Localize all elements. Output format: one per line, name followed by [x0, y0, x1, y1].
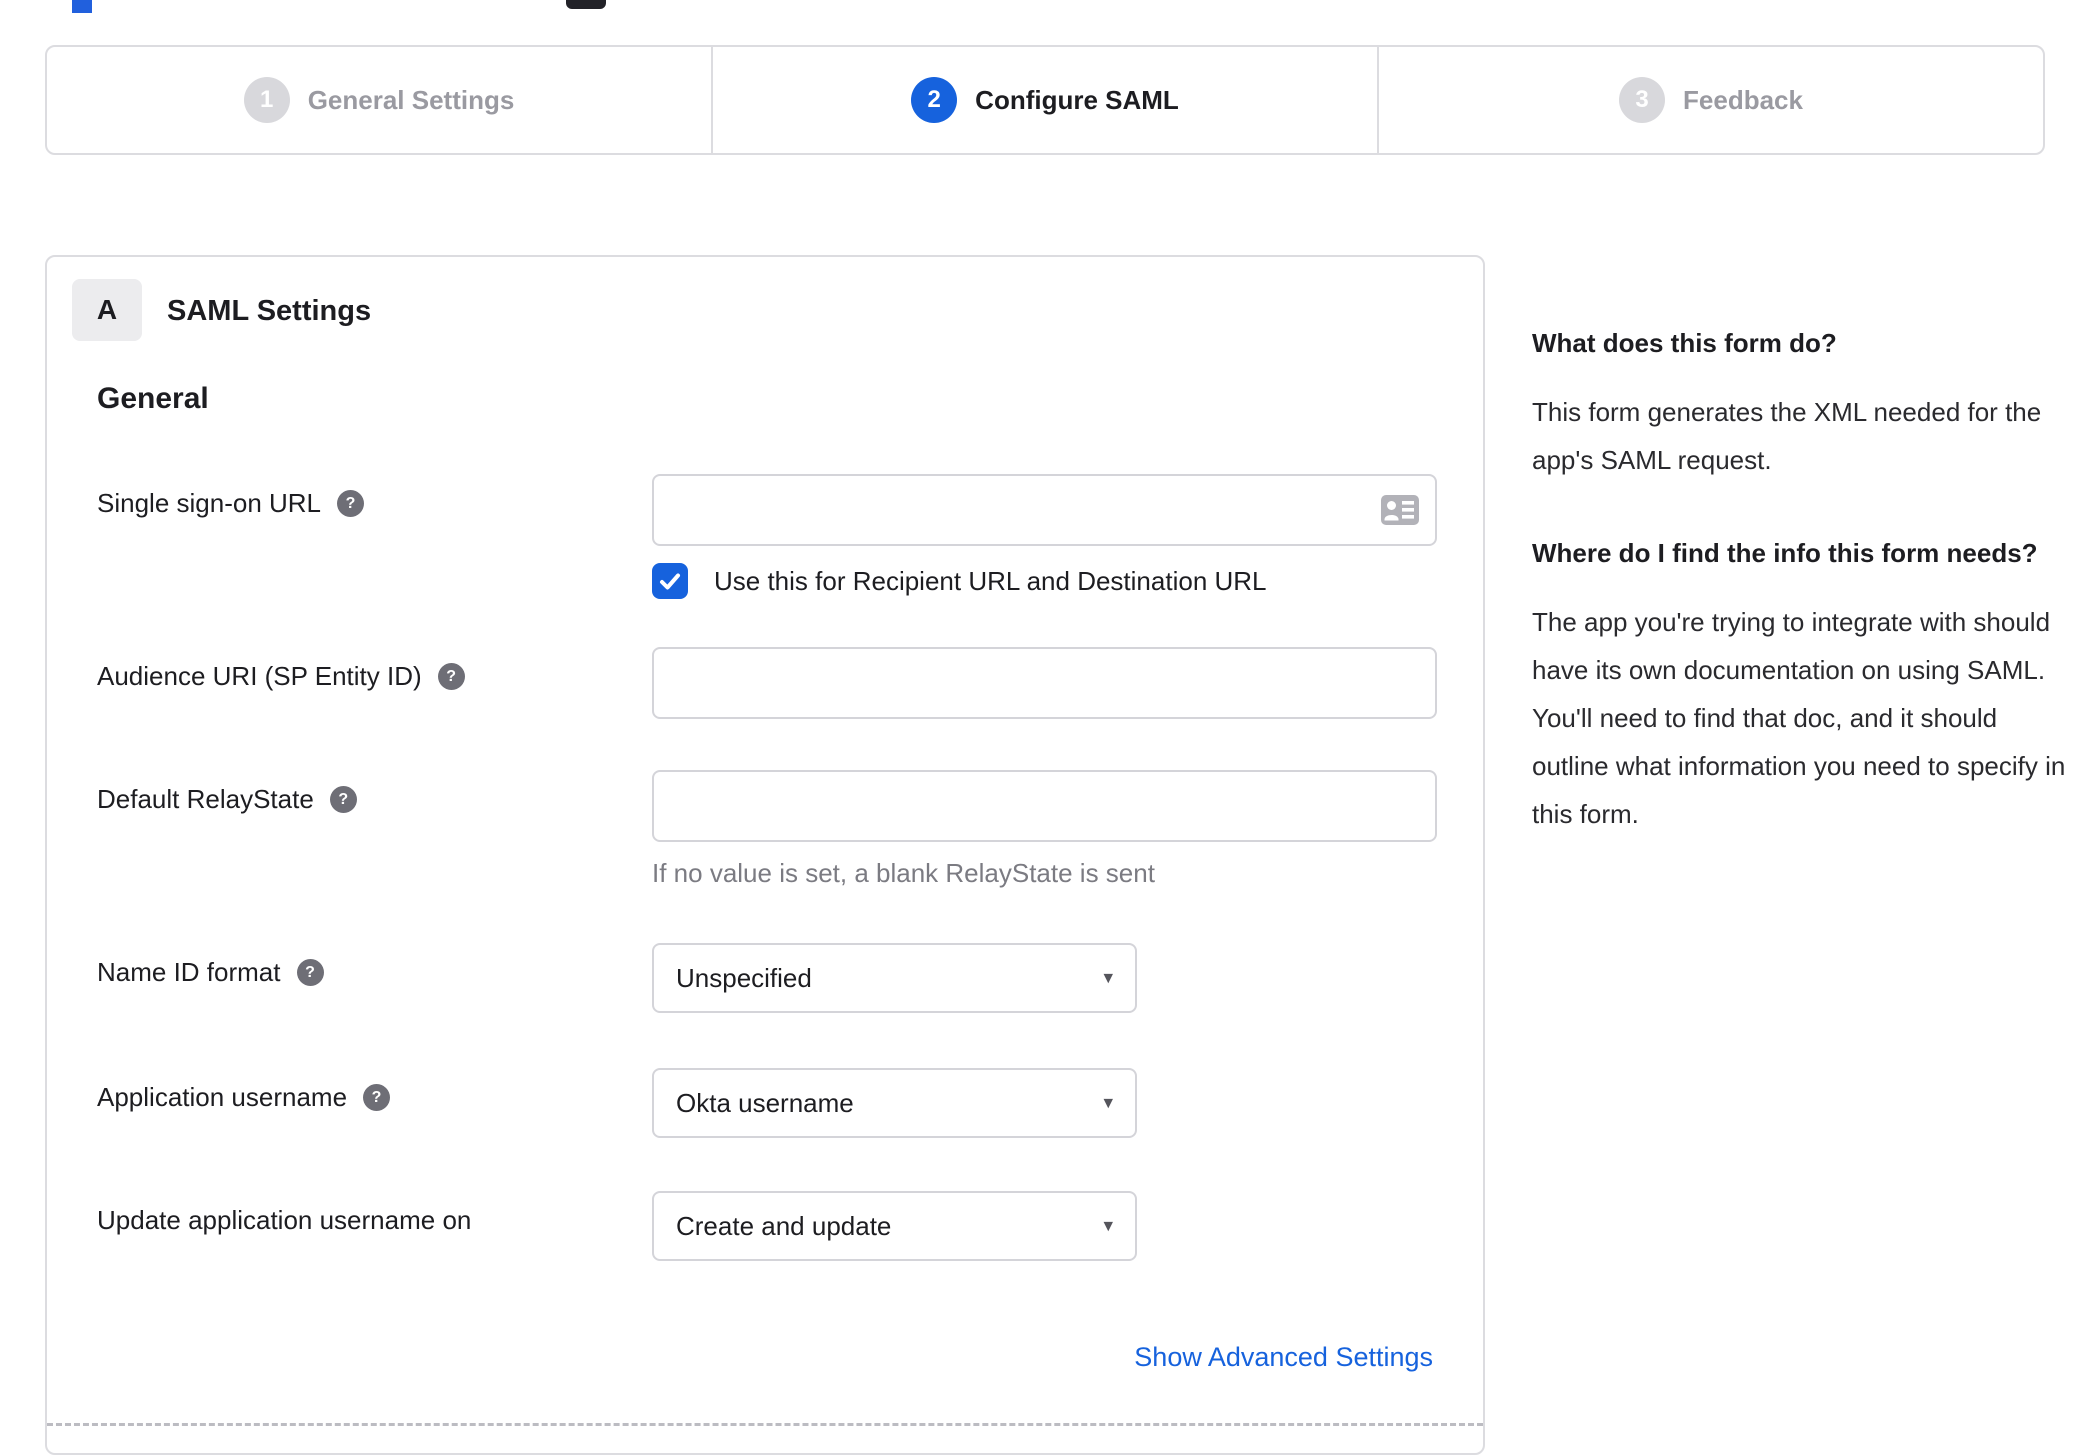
- chevron-down-icon: ▾: [1103, 1215, 1113, 1237]
- audience-uri-label-text: Audience URI (SP Entity ID): [97, 661, 422, 691]
- name-id-format-row: Name ID format ? Unspecified ▾: [97, 943, 1437, 1023]
- default-relaystate-input-wrap: [652, 770, 1437, 842]
- step-number-badge: 1: [243, 77, 290, 123]
- help-sidebar: What does this form do? This form genera…: [1532, 318, 2080, 882]
- recipient-url-checkbox-label[interactable]: Use this for Recipient URL and Destinati…: [714, 566, 1267, 597]
- update-application-username-label-text: Update application username on: [97, 1205, 472, 1235]
- name-id-format-value: Unspecified: [676, 962, 812, 993]
- step-label: Feedback: [1683, 84, 1803, 115]
- sidebar-answer-2: The app you're trying to integrate with …: [1532, 607, 2066, 829]
- sidebar-question-2: Where do I find the info this form needs…: [1532, 538, 2038, 568]
- application-username-label: Application username ?: [97, 1082, 391, 1113]
- default-relaystate-label: Default RelayState ?: [97, 784, 357, 815]
- panel-title: SAML Settings: [167, 295, 372, 327]
- relaystate-hint: If no value is set, a blank RelayState i…: [652, 858, 1155, 888]
- show-advanced-settings-link[interactable]: Show Advanced Settings: [1134, 1342, 1433, 1373]
- step-number-badge: 2: [911, 77, 958, 123]
- contact-card-icon: [1381, 495, 1419, 525]
- update-application-username-label: Update application username on: [97, 1205, 471, 1236]
- application-username-value: Okta username: [676, 1087, 854, 1118]
- update-application-username-value: Create and update: [676, 1210, 892, 1241]
- sso-url-label: Single sign-on URL ?: [97, 488, 365, 519]
- step-number-badge: 3: [1619, 77, 1666, 123]
- application-username-select[interactable]: Okta username ▾: [652, 1068, 1137, 1138]
- update-application-username-row: Update application username on Create an…: [97, 1191, 1437, 1271]
- step-feedback[interactable]: 3 Feedback: [1377, 47, 2043, 153]
- sso-url-input-wrap: [652, 474, 1437, 546]
- audience-uri-input-wrap: [652, 647, 1437, 719]
- sso-url-row: Single sign-on URL ? Use this for Recipi…: [97, 474, 1437, 604]
- application-username-label-text: Application username: [97, 1082, 348, 1112]
- name-id-format-label: Name ID format ?: [97, 957, 324, 988]
- sidebar-question-1: What does this form do?: [1532, 328, 1837, 358]
- audience-uri-input[interactable]: [652, 647, 1437, 719]
- help-icon[interactable]: ?: [296, 959, 324, 986]
- recipient-url-checkbox-row: Use this for Recipient URL and Destinati…: [652, 563, 1267, 599]
- sidebar-answer-1: This form generates the XML needed for t…: [1532, 397, 2042, 475]
- application-username-row: Application username ? Okta username ▾: [97, 1068, 1437, 1148]
- saml-settings-panel: A SAML Settings General Single sign-on U…: [45, 255, 1485, 1455]
- cropped-title-fragment: [72, 0, 92, 13]
- update-application-username-select[interactable]: Create and update ▾: [652, 1191, 1137, 1261]
- step-label: General Settings: [307, 84, 515, 115]
- name-id-format-label-text: Name ID format: [97, 957, 281, 987]
- audience-uri-label: Audience URI (SP Entity ID) ?: [97, 661, 465, 692]
- sso-url-label-text: Single sign-on URL: [97, 488, 322, 518]
- chevron-down-icon: ▾: [1103, 1092, 1113, 1114]
- step-configure-saml[interactable]: 2 Configure SAML: [711, 47, 1377, 153]
- help-icon[interactable]: ?: [363, 1084, 391, 1111]
- default-relaystate-row: Default RelayState ? If no value is set,…: [97, 770, 1437, 900]
- recipient-url-checkbox[interactable]: [652, 563, 688, 599]
- section-a-badge: A: [72, 279, 142, 341]
- step-label: Configure SAML: [975, 84, 1179, 115]
- chevron-down-icon: ▾: [1103, 967, 1113, 989]
- default-relaystate-label-text: Default RelayState: [97, 784, 314, 814]
- sso-url-input[interactable]: [652, 474, 1437, 546]
- name-id-format-select[interactable]: Unspecified ▾: [652, 943, 1137, 1013]
- audience-uri-row: Audience URI (SP Entity ID) ?: [97, 647, 1437, 727]
- checkmark-icon: [660, 573, 680, 590]
- cropped-icon-fragment: [566, 0, 606, 9]
- help-icon[interactable]: ?: [329, 786, 357, 813]
- help-icon[interactable]: ?: [437, 663, 465, 690]
- default-relaystate-input[interactable]: [652, 770, 1437, 842]
- general-group-title: General: [97, 382, 209, 415]
- wizard-stepper: 1 General Settings 2 Configure SAML 3 Fe…: [45, 45, 2045, 155]
- help-icon[interactable]: ?: [337, 490, 365, 517]
- step-general-settings[interactable]: 1 General Settings: [47, 47, 711, 153]
